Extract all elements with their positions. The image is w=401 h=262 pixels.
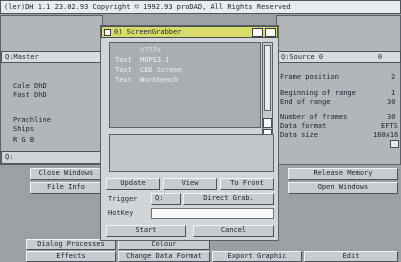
size-gadget-icon[interactable] [390,140,399,148]
release-memory-button[interactable]: Release Memory [288,168,398,180]
preview-area [109,134,274,172]
depth-gadget-icon[interactable] [252,28,263,37]
list-item-name[interactable]: MOPS3.1 [140,56,170,65]
list-item-name[interactable]: CED Screen [140,66,182,75]
data-size-value: 160x16 [373,131,399,139]
range-begin-label: Beginning of range [280,89,356,97]
zoom-gadget-icon[interactable] [265,28,276,37]
source-title-value: 0 [378,53,383,61]
range-end-label: End of range [280,98,331,106]
list-item-name[interactable]: Workbench [140,76,178,85]
label-prachline: Prachline [13,116,51,124]
range-begin-value: 1 [391,89,396,97]
drawer-label: Q: [5,153,14,161]
screen-title-bar[interactable]: (ler)DH 1.1 23.02.93 Copyright © 1992.93… [0,0,401,14]
scroll-knob[interactable] [264,45,271,111]
frame-count-value: 30 [387,113,396,121]
cancel-button[interactable]: Cancel [193,225,274,237]
trigger-cycle[interactable]: Q: [151,193,181,205]
master-title: Q:Master [5,53,39,61]
label-chip-mem: Cole DhD [13,82,47,90]
open-windows-button[interactable]: Open Windows [288,182,398,194]
list-scrollbar[interactable] [262,42,273,142]
trigger-value: Q: [155,194,164,202]
close-gadget-icon[interactable] [104,29,111,36]
file-info-button[interactable]: File Info [30,182,102,194]
list-item-tag: Text [115,66,132,74]
label-ships: Ships [13,125,35,133]
frame-count-label: Number of frames [280,113,348,121]
export-graphic-button[interactable]: Export Graphic [212,251,302,262]
screen-list[interactable]: <???> Text MOPS3.1 Text CED Screen Text … [109,42,261,128]
dialog-title: 0) ScreenGrabber [114,28,182,36]
data-size-label: Data size [280,131,318,139]
effects-button[interactable]: Effects [26,251,116,262]
source-window: Q:Source 0 0 Frame position 2 Beginning … [276,15,401,165]
change-data-format-button[interactable]: Change Data Format [118,251,210,262]
to-front-button[interactable]: To Front [220,178,274,190]
screen-title: (ler)DH 1.1 23.02.93 Copyright © 1992.93… [4,3,291,11]
scroll-up-arrow-icon[interactable] [263,118,272,128]
source-title: Q:Source 0 [281,53,324,61]
hotkey-field[interactable] [151,208,274,219]
label-fast-mem: Fast DhD [13,91,47,99]
list-item-tag: Text [115,56,132,64]
direct-grab-button[interactable]: Direct Grab. [183,193,274,205]
master-title-bar[interactable]: Q:Master [1,51,102,63]
update-button[interactable]: Update [106,178,160,190]
list-item-name[interactable]: <???> [140,46,161,55]
list-item-tag: Text [115,76,132,84]
trigger-label: Trigger [108,195,138,203]
data-format-label: Data format [280,122,327,130]
source-title-bar[interactable]: Q:Source 0 0 [277,51,401,63]
label-rgb: R G B [13,136,35,144]
frame-position-label: Frame position [280,73,340,81]
edit-button[interactable]: Edit [304,251,398,262]
master-window: Q:Master Cole DhD Fast DhD Prachline Shi… [0,15,103,165]
frame-position-value: 2 [391,73,396,81]
amiga-screen: (ler)DH 1.1 23.02.93 Copyright © 1992.93… [0,0,401,262]
start-button[interactable]: Start [106,225,186,237]
view-button[interactable]: View [163,178,217,190]
range-end-value: 30 [387,98,396,106]
hotkey-label: HotKey [108,209,134,217]
drawer-bar[interactable]: Q: [1,151,102,164]
dialog-title-bar[interactable]: 0) ScreenGrabber [101,26,278,38]
data-format-value: EFTS [381,122,398,130]
screengrabber-dialog: 0) ScreenGrabber <???> Text MOPS3.1 Text… [100,25,279,241]
close-windows-button[interactable]: Close Windows [30,168,102,180]
